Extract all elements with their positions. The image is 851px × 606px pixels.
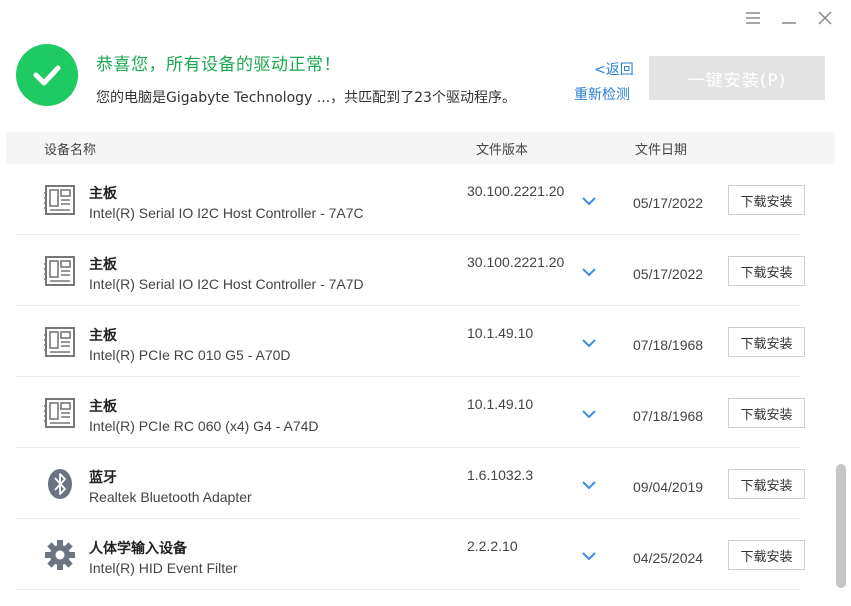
driver-date: 07/18/1968 [633, 408, 704, 424]
menu-icon[interactable] [735, 6, 771, 30]
motherboard-icon [44, 255, 76, 287]
download-install-button[interactable]: 下载安装 [728, 540, 805, 570]
driver-category: 人体学输入设备 [89, 541, 187, 557]
driver-list: 主板 Intel(R) Serial IO I2C Host Controlle… [16, 164, 805, 590]
table-row: 主板 Intel(R) PCIe RC 010 G5 - A70D 10.1.4… [16, 306, 805, 377]
driver-version: 30.100.2221.20 [467, 254, 565, 270]
install-all-button[interactable]: 一键安装(P) [649, 56, 825, 100]
table-row: 蓝牙 Realtek Bluetooth Adapter 1.6.1032.3 … [16, 448, 805, 519]
scrollbar-thumb[interactable] [836, 464, 846, 588]
back-link[interactable]: <返回 [594, 59, 634, 79]
minimize-icon[interactable] [771, 6, 807, 30]
motherboard-icon [44, 397, 76, 429]
driver-category: 主板 [89, 328, 117, 344]
chevron-down-icon[interactable] [582, 477, 596, 495]
driver-category: 蓝牙 [89, 470, 117, 486]
motherboard-icon [44, 326, 76, 358]
gear-icon [44, 539, 76, 571]
driver-date: 05/17/2022 [633, 195, 704, 211]
driver-version: 10.1.49.10 [467, 325, 534, 341]
table-row: 主板 Intel(R) Serial IO I2C Host Controlle… [16, 235, 805, 306]
driver-device-name: Intel(R) Serial IO I2C Host Controller -… [89, 205, 364, 221]
driver-device-name: Intel(R) HID Event Filter [89, 560, 238, 576]
driver-date: 05/17/2022 [633, 266, 704, 282]
scrollbar[interactable] [836, 132, 846, 592]
window-controls [735, 6, 843, 30]
chevron-down-icon[interactable] [582, 548, 596, 566]
download-install-button[interactable]: 下载安装 [728, 256, 805, 286]
redetect-link[interactable]: 重新检测 [574, 84, 630, 104]
driver-version: 10.1.49.10 [467, 396, 534, 412]
bluetooth-icon [44, 468, 76, 500]
driver-device-name: Intel(R) PCIe RC 060 (x4) G4 - A74D [89, 418, 319, 434]
driver-device-name: Intel(R) Serial IO I2C Host Controller -… [89, 276, 364, 292]
driver-date: 04/25/2024 [633, 550, 704, 566]
driver-date: 07/18/1968 [633, 337, 704, 353]
driver-version: 1.6.1032.3 [467, 467, 534, 483]
driver-version: 2.2.2.10 [467, 538, 518, 554]
status-subtitle: 您的电脑是Gigabyte Technology ...，共匹配到了23个驱动程… [96, 90, 516, 106]
driver-category: 主板 [89, 186, 117, 202]
check-icon [16, 44, 78, 106]
status-title: 恭喜您，所有设备的驱动正常！ [96, 55, 341, 75]
table-row: 主板 Intel(R) Serial IO I2C Host Controlle… [16, 164, 805, 235]
download-install-button[interactable]: 下载安装 [728, 327, 805, 357]
download-install-button[interactable]: 下载安装 [728, 469, 805, 499]
driver-category: 主板 [89, 399, 117, 415]
close-icon[interactable] [807, 6, 843, 30]
driver-device-name: Realtek Bluetooth Adapter [89, 489, 252, 505]
driver-device-name: Intel(R) PCIe RC 010 G5 - A70D [89, 347, 291, 363]
column-header-name: 设备名称 [44, 143, 97, 158]
driver-version: 30.100.2221.20 [467, 183, 565, 199]
table-row: 人体学输入设备 Intel(R) HID Event Filter 2.2.2.… [16, 519, 805, 590]
download-install-button[interactable]: 下载安装 [728, 185, 805, 215]
status-header: 恭喜您，所有设备的驱动正常！ 您的电脑是Gigabyte Technology … [16, 44, 836, 114]
motherboard-icon [44, 184, 76, 216]
column-header-version: 文件版本 [476, 143, 529, 158]
column-header-date: 文件日期 [635, 143, 688, 158]
chevron-down-icon[interactable] [582, 335, 596, 353]
chevron-down-icon[interactable] [582, 406, 596, 424]
chevron-down-icon[interactable] [582, 193, 596, 211]
table-header: 设备名称 文件版本 文件日期 [6, 132, 835, 164]
download-install-button[interactable]: 下载安装 [728, 398, 805, 428]
table-row: 主板 Intel(R) PCIe RC 060 (x4) G4 - A74D 1… [16, 377, 805, 448]
chevron-down-icon[interactable] [582, 264, 596, 282]
driver-date: 09/04/2019 [633, 479, 704, 495]
driver-category: 主板 [89, 257, 117, 273]
